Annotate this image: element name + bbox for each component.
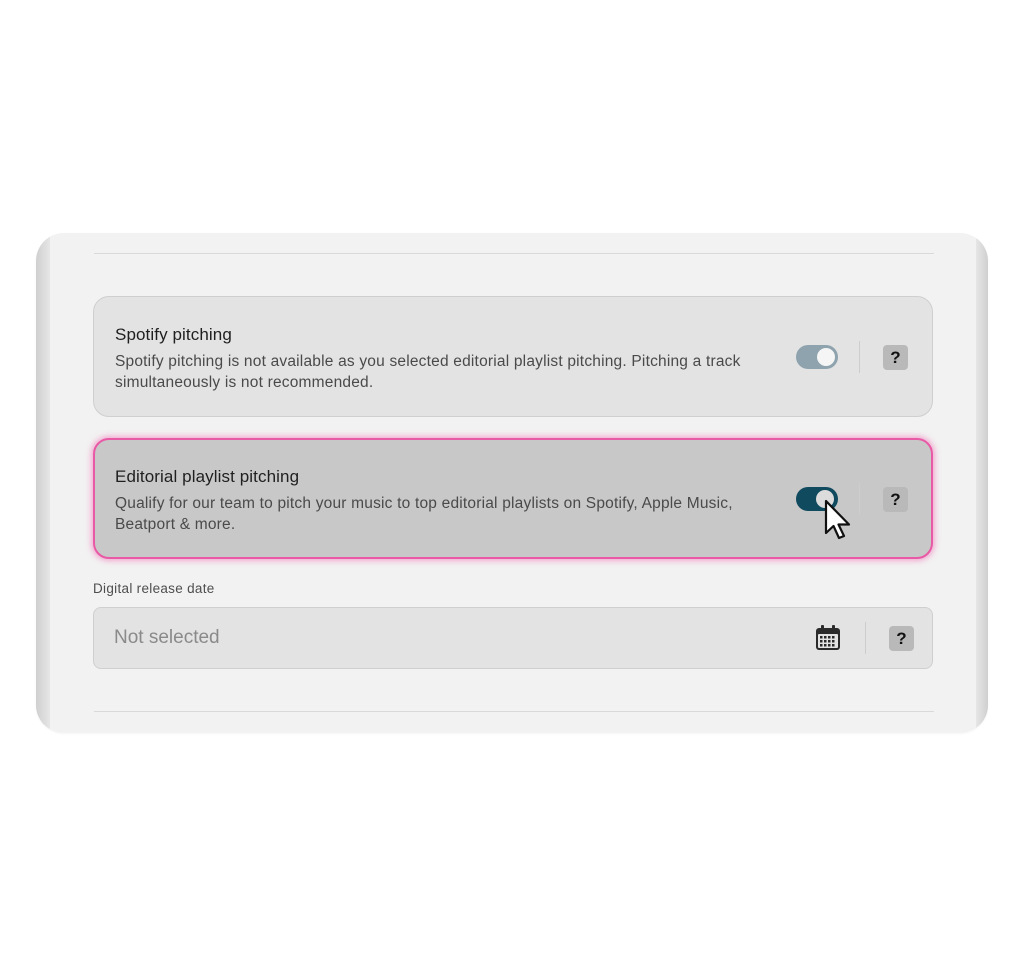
toggle-knob bbox=[816, 490, 834, 508]
calendar-icon[interactable] bbox=[815, 625, 841, 651]
bottom-divider bbox=[94, 711, 934, 712]
editorial-pitching-description: Qualify for our team to pitch your music… bbox=[115, 495, 733, 533]
release-date-help-button[interactable]: ? bbox=[889, 626, 914, 651]
vertical-separator bbox=[859, 483, 860, 515]
spotify-pitching-card: Spotify pitching Spotify pitching is not… bbox=[93, 296, 933, 417]
release-date-value: Not selected bbox=[114, 627, 220, 648]
release-date-field[interactable]: Not selected ? bbox=[93, 607, 933, 669]
editorial-pitching-toggle[interactable] bbox=[796, 487, 838, 511]
editorial-pitching-title: Editorial playlist pitching bbox=[115, 467, 300, 486]
panel-left-edge bbox=[36, 233, 50, 733]
vertical-separator bbox=[865, 622, 866, 654]
settings-panel: Spotify pitching Spotify pitching is not… bbox=[36, 233, 988, 733]
panel-right-edge bbox=[976, 233, 988, 733]
spotify-pitching-toggle[interactable] bbox=[796, 345, 838, 369]
spotify-pitching-description: Spotify pitching is not available as you… bbox=[115, 353, 741, 391]
editorial-pitching-card: Editorial playlist pitching Qualify for … bbox=[93, 438, 933, 559]
spotify-pitching-title: Spotify pitching bbox=[115, 325, 232, 344]
vertical-separator bbox=[859, 341, 860, 373]
editorial-pitching-help-button[interactable]: ? bbox=[883, 487, 908, 512]
spotify-pitching-help-button[interactable]: ? bbox=[883, 345, 908, 370]
top-divider bbox=[94, 253, 934, 254]
release-date-label: Digital release date bbox=[93, 581, 215, 596]
toggle-knob bbox=[817, 348, 835, 366]
